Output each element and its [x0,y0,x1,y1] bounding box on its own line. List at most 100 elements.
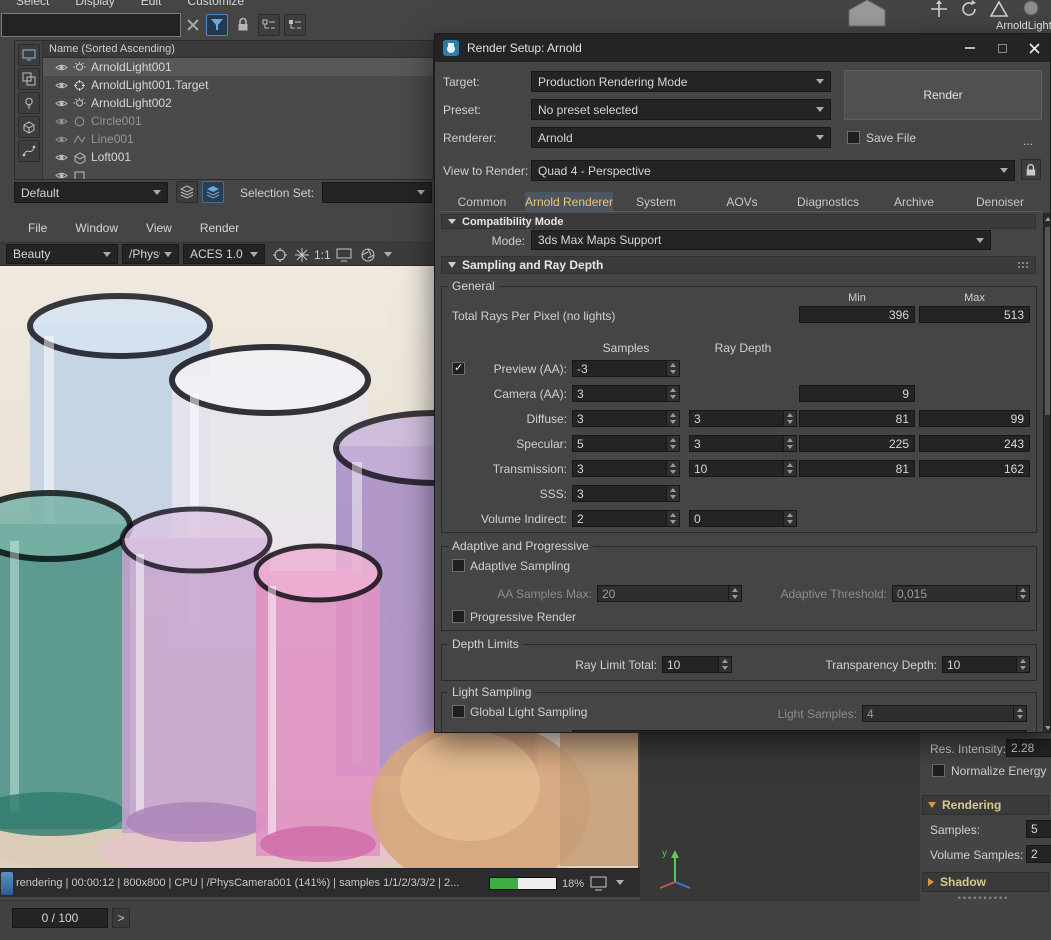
list-item[interactable]: Loft001 [43,148,433,166]
scroll-down-icon[interactable] [1044,722,1051,733]
res-intensity-field[interactable]: 2.28 [1006,739,1051,757]
specular-samples-spinner[interactable]: 5 [572,435,680,452]
transmission-depth-spinner[interactable]: 10 [689,460,797,477]
compatibility-rollout[interactable]: Compatibility Mode [441,214,1036,229]
render-sphere-icon[interactable] [1020,0,1042,18]
camera-aa-spinner[interactable]: 3 [572,385,680,402]
layer-dropdown[interactable]: Default [14,182,168,203]
minimize-button[interactable] [954,34,986,62]
list-item[interactable] [43,166,433,180]
camera-dropdown[interactable]: /PhysCan [122,244,179,264]
menu-select[interactable]: Select [16,0,49,8]
list-item[interactable]: Circle001 [43,112,433,130]
visibility-eye-icon[interactable] [55,97,68,110]
tab-diagnostics[interactable]: Diagnostics [785,192,871,211]
lock-icon[interactable] [236,17,250,32]
list-item[interactable]: ArnoldLight001 [43,58,433,76]
explorer-sort-header[interactable]: Name (Sorted Ascending) [43,41,433,58]
spinner-arrows-icon[interactable] [666,386,679,401]
render-button[interactable]: Render [844,70,1042,120]
preset-dropdown[interactable]: No preset selected [531,99,831,120]
ray-limit-spinner[interactable]: 10 [662,656,732,673]
view-to-render-dropdown[interactable]: Quad 4 - Perspective [531,160,1015,181]
collapse-tree-button[interactable] [284,14,306,36]
visibility-eye-icon[interactable] [55,61,68,74]
list-item[interactable]: Line001 [43,130,433,148]
scroll-up-icon[interactable] [1044,213,1051,225]
spinner-arrows-icon[interactable] [666,411,679,426]
filter-button[interactable] [206,14,228,36]
geometry-filter-button[interactable] [18,116,40,138]
close-button[interactable] [1018,34,1050,62]
dialog-scrollbar[interactable] [1043,213,1051,733]
tab-archive[interactable]: Archive [871,192,957,211]
transmission-samples-spinner[interactable]: 3 [572,460,680,477]
menu-edit[interactable]: Edit [141,0,162,8]
sss-samples-spinner[interactable]: 3 [572,485,680,502]
spinner-arrows-icon[interactable] [1016,586,1029,601]
zoom-ratio-label[interactable]: 1:1 [314,248,331,262]
snapshot-star-icon[interactable] [294,247,310,263]
spinner-arrows-icon[interactable] [666,361,679,376]
menu-window[interactable]: Window [75,221,118,235]
adaptive-threshold-spinner[interactable]: 0,015 [892,585,1030,602]
normalize-energy-checkbox[interactable] [932,764,945,777]
target-dropdown[interactable]: Production Rendering Mode [531,71,831,92]
display-icon[interactable] [336,247,352,263]
spinner-arrows-icon[interactable] [783,511,796,526]
color-space-dropdown[interactable]: ACES 1.0 SC [183,244,265,264]
visibility-eye-icon[interactable] [55,151,68,164]
spinner-arrows-icon[interactable] [718,657,731,672]
diffuse-samples-spinner[interactable]: 3 [572,410,680,427]
rotate-tool-icon[interactable] [958,0,980,18]
list-item[interactable]: ArnoldLight001.Target [43,76,433,94]
view-lock-button[interactable] [1021,159,1041,180]
volume-indirect-samples-spinner[interactable]: 2 [572,510,680,527]
spinner-arrows-icon[interactable] [666,436,679,451]
adaptive-sampling-checkbox[interactable] [452,559,465,572]
frame-field[interactable]: 0 / 100 [12,908,108,928]
chevron-down-icon[interactable] [616,880,624,885]
specular-depth-spinner[interactable]: 3 [689,435,797,452]
tab-arnold-renderer[interactable]: Arnold Renderer [525,192,613,211]
panel-resize-grip[interactable]: •••••••••• [920,893,1047,903]
menu-view[interactable]: View [146,221,172,235]
browse-button[interactable]: ... [1023,134,1033,148]
viewcube-home-icon[interactable] [845,0,889,30]
visibility-eye-icon[interactable] [55,79,68,92]
menu-display[interactable]: Display [75,0,114,8]
selection-set-dropdown[interactable] [322,182,432,203]
chevron-down-icon[interactable] [384,252,392,257]
visibility-eye-icon[interactable] [55,115,68,128]
spinner-arrows-icon[interactable] [783,436,796,451]
layers-button[interactable] [176,181,198,203]
sampling-rollout[interactable]: Sampling and Ray Depth [441,256,1036,274]
lights-filter-button[interactable] [18,92,40,114]
shadow-rollout[interactable]: Shadow [922,872,1049,892]
spinner-arrows-icon[interactable] [1013,706,1026,721]
visibility-eye-icon[interactable] [55,133,68,146]
scale-tool-icon[interactable] [988,0,1010,18]
clear-search-icon[interactable] [186,18,200,32]
maximize-button[interactable] [986,34,1018,62]
spinner-arrows-icon[interactable] [666,461,679,476]
preview-aa-spinner[interactable]: -3 [572,360,680,377]
render-region-icon[interactable] [272,247,288,263]
volume-samples-field[interactable]: 2 [1026,845,1051,863]
spinner-arrows-icon[interactable] [783,411,796,426]
scrollbar-thumb[interactable] [1045,227,1051,415]
diffuse-depth-spinner[interactable]: 3 [689,410,797,427]
spinner-arrows-icon[interactable] [666,486,679,501]
renderer-dropdown[interactable]: Arnold [531,127,831,148]
light-samples-spinner[interactable]: 4 [862,705,1027,722]
spinner-arrows-icon[interactable] [728,586,741,601]
samples-field[interactable]: 5 [1026,820,1051,838]
render-pass-dropdown[interactable]: Beauty [6,244,118,264]
layer-manager-button[interactable] [202,181,224,203]
spinner-arrows-icon[interactable] [783,461,796,476]
display-monitor-button[interactable] [18,44,40,66]
menu-render[interactable]: Render [200,221,239,235]
shapes-filter-button[interactable] [18,140,40,162]
move-tool-icon[interactable] [928,0,950,18]
spinner-arrows-icon[interactable] [666,511,679,526]
